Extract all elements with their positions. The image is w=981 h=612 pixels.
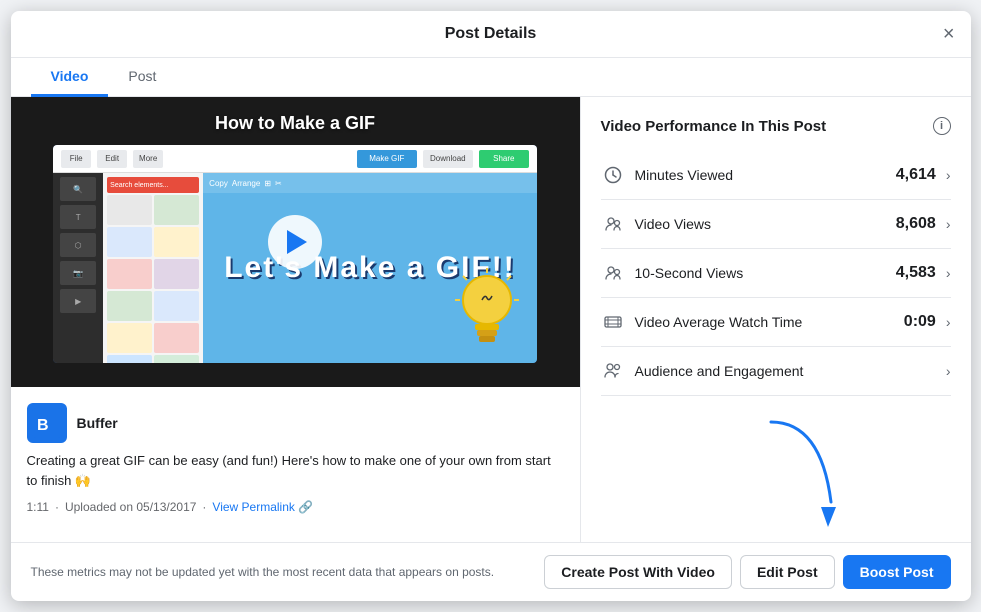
- metric-row-10sec-views[interactable]: 10-Second Views 4,583 ›: [601, 249, 951, 298]
- footer-note: These metrics may not be updated yet wit…: [31, 565, 495, 579]
- film-icon: [601, 310, 625, 334]
- post-meta: 1:11 · Uploaded on 05/13/2017 · View Per…: [27, 500, 564, 514]
- metric-label-video-views: Video Views: [635, 216, 896, 232]
- modal-body: How to Make a GIF File Edit More Make GI…: [11, 97, 971, 542]
- footer-buttons: Create Post With Video Edit Post Boost P…: [544, 555, 950, 589]
- metric-value-10sec-views: 4,583: [896, 264, 936, 282]
- metric-label-avg-watch-time: Video Average Watch Time: [635, 314, 904, 330]
- play-button[interactable]: [268, 215, 322, 269]
- metric-value-minutes-viewed: 4,614: [896, 166, 936, 184]
- video-title: How to Make a GIF: [215, 113, 375, 134]
- create-post-with-video-button[interactable]: Create Post With Video: [544, 555, 732, 589]
- post-details-modal: Post Details × Video Post How to Make a …: [11, 11, 971, 601]
- clock-icon: [601, 163, 625, 187]
- boost-post-button[interactable]: Boost Post: [843, 555, 951, 589]
- arrow-indicator: [751, 412, 851, 532]
- metric-row-audience-engagement[interactable]: Audience and Engagement ›: [601, 347, 951, 396]
- audience-icon: [601, 359, 625, 383]
- modal-header: Post Details ×: [11, 11, 971, 58]
- tab-bar: Video Post: [11, 58, 971, 97]
- metric-label-audience-engagement: Audience and Engagement: [635, 363, 936, 379]
- video-views-icon: [601, 212, 625, 236]
- video-container: How to Make a GIF File Edit More Make GI…: [11, 97, 580, 387]
- edit-post-button[interactable]: Edit Post: [740, 555, 835, 589]
- author-name: Buffer: [77, 415, 118, 431]
- 10sec-views-icon: [601, 261, 625, 285]
- post-author: B Buffer: [27, 403, 564, 443]
- svg-text:B: B: [37, 417, 49, 434]
- tab-post[interactable]: Post: [108, 58, 176, 97]
- modal-title: Post Details: [445, 25, 537, 43]
- chevron-icon: ›: [946, 265, 951, 281]
- view-permalink-link[interactable]: View Permalink 🔗: [212, 500, 313, 514]
- metric-label-10sec-views: 10-Second Views: [635, 265, 896, 281]
- metric-value-video-views: 8,608: [896, 215, 936, 233]
- chevron-icon: ›: [946, 314, 951, 330]
- play-icon: [287, 230, 307, 254]
- chevron-icon: ›: [946, 167, 951, 183]
- metric-row-minutes-viewed[interactable]: Minutes Viewed 4,614 ›: [601, 151, 951, 200]
- chevron-icon: ›: [946, 216, 951, 232]
- right-panel: Video Performance In This Post i Minutes…: [581, 97, 971, 542]
- left-panel: How to Make a GIF File Edit More Make GI…: [11, 97, 581, 542]
- post-info: B Buffer Creating a great GIF can be eas…: [11, 387, 580, 530]
- metric-label-minutes-viewed: Minutes Viewed: [635, 167, 896, 183]
- performance-title: Video Performance In This Post i: [601, 117, 951, 135]
- info-icon[interactable]: i: [933, 117, 951, 135]
- modal-footer: These metrics may not be updated yet wit…: [11, 542, 971, 601]
- close-button[interactable]: ×: [943, 24, 955, 44]
- tab-video[interactable]: Video: [31, 58, 109, 97]
- video-thumbnail: How to Make a GIF File Edit More Make GI…: [11, 97, 580, 387]
- metric-row-avg-watch-time[interactable]: Video Average Watch Time 0:09 ›: [601, 298, 951, 347]
- metric-row-video-views[interactable]: Video Views 8,608 ›: [601, 200, 951, 249]
- metric-value-avg-watch-time: 0:09: [904, 313, 936, 331]
- avatar: B: [27, 403, 67, 443]
- post-caption: Creating a great GIF can be easy (and fu…: [27, 451, 564, 490]
- chevron-icon: ›: [946, 363, 951, 379]
